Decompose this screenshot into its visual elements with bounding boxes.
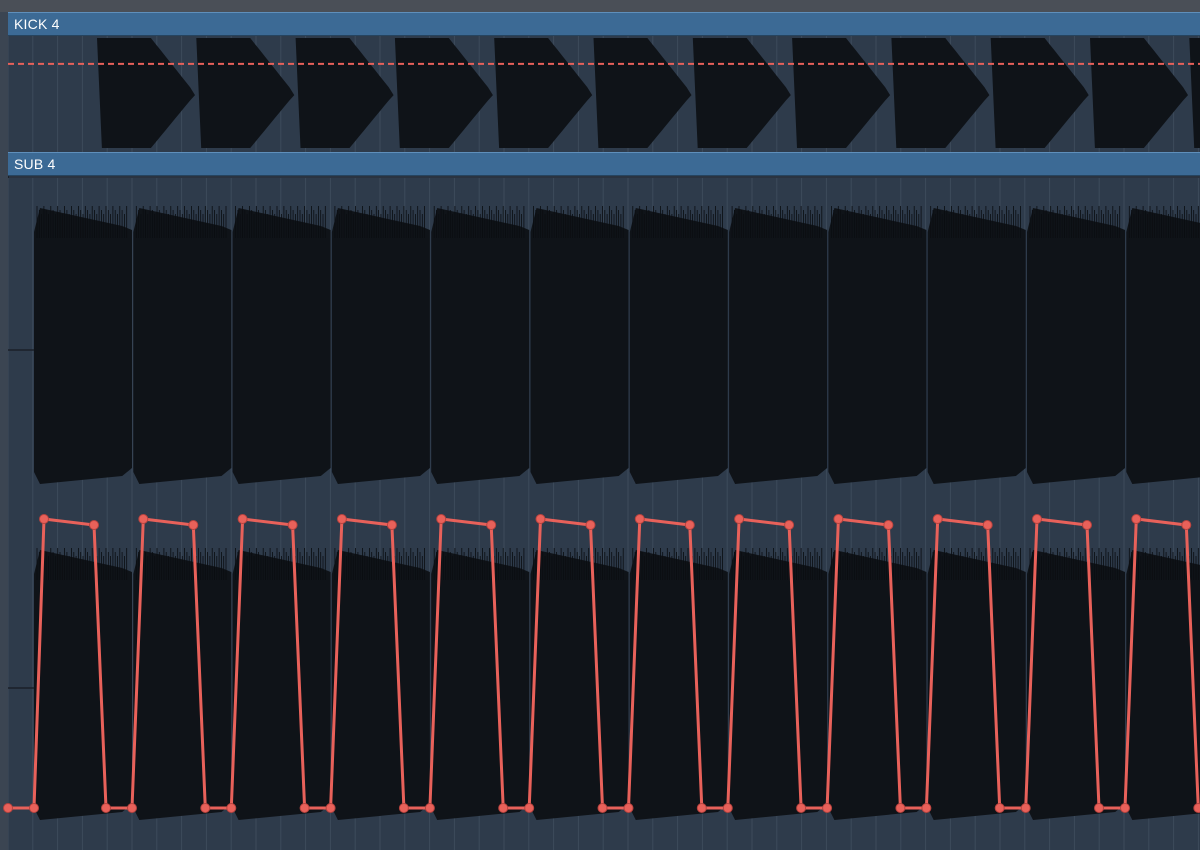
sub-right-burst-5-body xyxy=(431,550,530,820)
sub-left-burst-5 xyxy=(431,206,530,484)
kick-hit-1 xyxy=(97,38,195,148)
sub-left-burst-10 xyxy=(927,206,1026,484)
sub-left-burst-12 xyxy=(1126,206,1200,484)
sub-left-burst-1-body xyxy=(34,208,132,484)
sub-right-burst-9-body xyxy=(828,550,927,820)
sub-right-burst-3-body xyxy=(232,550,331,820)
sub-left-burst-9-body xyxy=(828,208,927,484)
sub-left-burst-2-body xyxy=(133,208,232,484)
sub-right-burst-6-body xyxy=(530,550,629,820)
sub-left-burst-7-body xyxy=(629,208,728,484)
kick-hit-7 xyxy=(692,38,791,148)
sub-waveform xyxy=(8,178,1200,850)
sub-right-burst-6 xyxy=(530,548,629,820)
sub-right-burst-2 xyxy=(133,548,232,820)
arrange-area: KICK 4 SUB 4 xyxy=(0,0,1200,850)
sub-left-burst-6 xyxy=(530,206,629,484)
sub-right-burst-4-body xyxy=(331,550,430,820)
sub-left-burst-12-body xyxy=(1126,208,1200,484)
kick-hit-8 xyxy=(792,38,891,148)
sub-right-burst-11 xyxy=(1027,548,1125,820)
kick-region-header[interactable]: KICK 4 xyxy=(8,12,1200,36)
kick-hit-4 xyxy=(394,38,493,148)
sub-left-burst-7 xyxy=(629,206,728,484)
sub-right-burst-10-body xyxy=(927,550,1026,820)
kick-hit-12 xyxy=(1189,38,1200,148)
sub-right-burst-1-body xyxy=(34,550,132,820)
sub-left-burst-11 xyxy=(1027,206,1125,484)
kick-hit-3 xyxy=(295,38,394,148)
sub-left-burst-10-body xyxy=(927,208,1026,484)
sub-right-burst-4 xyxy=(331,548,430,820)
sub-right-burst-2-body xyxy=(133,550,232,820)
sub-left-burst-3 xyxy=(232,206,331,484)
kick-hit-2 xyxy=(196,38,295,148)
sub-left-burst-9 xyxy=(828,206,927,484)
kick-region-name: KICK 4 xyxy=(14,16,60,32)
sub-right-burst-8 xyxy=(729,548,828,820)
kick-hit-6 xyxy=(593,38,692,148)
sub-left-burst-2 xyxy=(133,206,232,484)
sub-right-burst-8-body xyxy=(729,550,828,820)
sub-left-burst-11-body xyxy=(1027,208,1125,484)
sub-left-burst-4 xyxy=(331,206,430,484)
sub-right-burst-9 xyxy=(828,548,927,820)
kick-track-lane: KICK 4 xyxy=(0,12,1200,152)
sub-right-burst-7-body xyxy=(629,550,728,820)
sub-right-burst-10 xyxy=(927,548,1026,820)
sub-left-burst-8 xyxy=(729,206,828,484)
sub-right-burst-5 xyxy=(431,548,530,820)
sub-right-burst-3 xyxy=(232,548,331,820)
sub-left-burst-4-body xyxy=(331,208,430,484)
sub-region-name: SUB 4 xyxy=(14,156,56,172)
sub-left-burst-3-body xyxy=(232,208,331,484)
sub-right-burst-7 xyxy=(629,548,728,820)
sub-right-burst-12 xyxy=(1126,548,1200,820)
kick-hit-5 xyxy=(494,38,593,148)
sub-track-lane: SUB 4 xyxy=(0,152,1200,850)
sub-right-burst-11-body xyxy=(1027,550,1125,820)
sub-left-burst-6-body xyxy=(530,208,629,484)
sub-region-body[interactable] xyxy=(8,178,1200,850)
kick-region-body[interactable] xyxy=(8,36,1200,152)
sub-left-burst-5-body xyxy=(431,208,530,484)
sub-left-burst-8-body xyxy=(729,208,828,484)
sub-region-header[interactable]: SUB 4 xyxy=(8,152,1200,176)
sub-left-burst-1 xyxy=(34,206,132,484)
sub-right-burst-1 xyxy=(34,548,132,820)
kick-waveform xyxy=(8,36,1200,152)
sub-right-burst-12-body xyxy=(1126,550,1200,820)
